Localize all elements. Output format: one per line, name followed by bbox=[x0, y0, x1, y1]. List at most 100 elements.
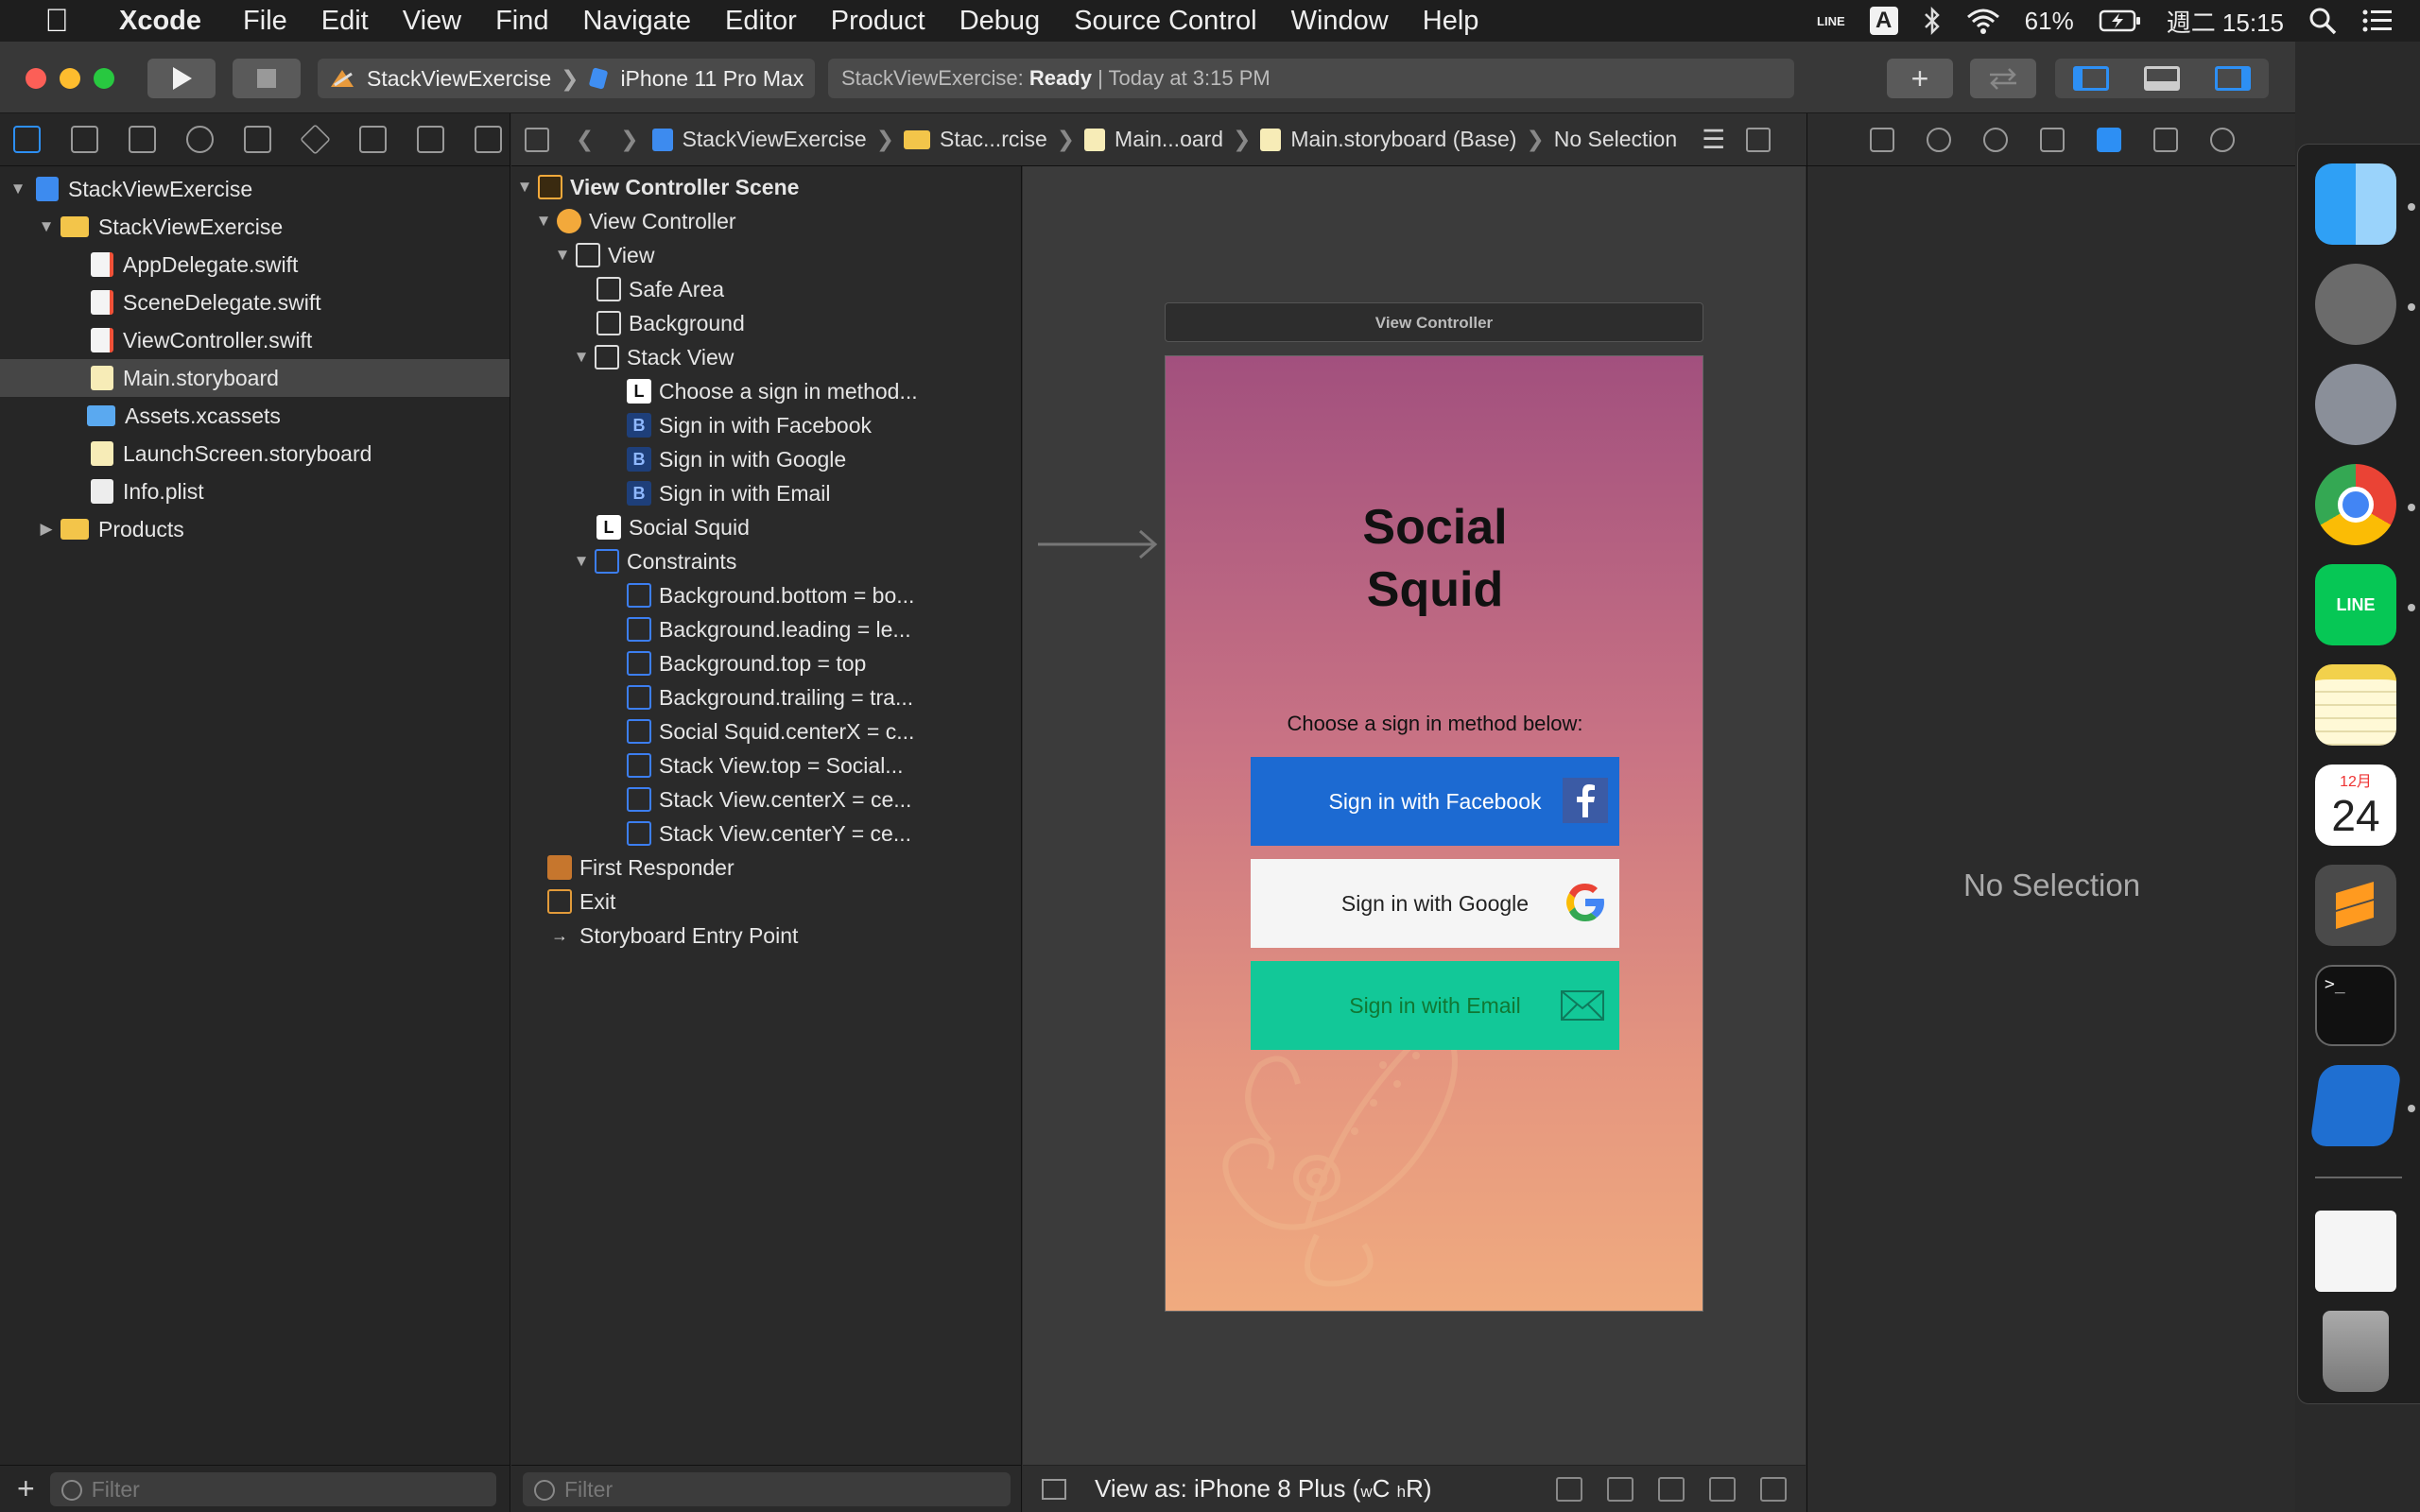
menu-clock[interactable]: 週二 15:15 bbox=[2167, 4, 2284, 39]
menu-navigate[interactable]: Navigate bbox=[566, 6, 708, 37]
tree-item-appdelegate[interactable]: AppDelegate.swift bbox=[0, 246, 510, 284]
menu-debug[interactable]: Debug bbox=[942, 6, 1057, 37]
test-navigator-icon[interactable] bbox=[300, 124, 331, 155]
wifi-icon[interactable] bbox=[1966, 8, 2000, 34]
tree-item-products[interactable]: ▶ Products bbox=[0, 510, 510, 548]
outline-entry-point[interactable]: → Storyboard Entry Point bbox=[511, 919, 1021, 953]
outline-background[interactable]: Background bbox=[511, 306, 1021, 340]
outline-email-button[interactable]: B Sign in with Email bbox=[511, 476, 1021, 510]
menu-source-control[interactable]: Source Control bbox=[1057, 6, 1273, 37]
back-arrow-icon[interactable]: ❮ bbox=[576, 127, 594, 152]
find-navigator-icon[interactable] bbox=[186, 126, 214, 153]
report-navigator-icon[interactable] bbox=[475, 126, 502, 153]
apple-menu-icon[interactable]:  bbox=[40, 4, 74, 38]
outline-prompt-label[interactable]: L Choose a sign in method... bbox=[511, 374, 1021, 408]
related-items-icon[interactable] bbox=[525, 127, 549, 152]
stop-button[interactable] bbox=[233, 59, 301, 98]
tree-item-infoplist[interactable]: Info.plist bbox=[0, 472, 510, 510]
facebook-sign-in-button[interactable]: Sign in with Facebook bbox=[1251, 757, 1619, 846]
disclosure-open-icon[interactable]: ▼ bbox=[511, 178, 538, 197]
calendar-icon[interactable]: 12月 24 bbox=[2315, 765, 2396, 846]
connections-inspector-icon[interactable] bbox=[2210, 127, 2235, 152]
symbol-navigator-icon[interactable] bbox=[129, 126, 156, 153]
code-review-button[interactable] bbox=[1970, 59, 2036, 98]
outline-title-label[interactable]: L Social Squid bbox=[511, 510, 1021, 544]
attributes-inspector-icon[interactable] bbox=[2097, 127, 2121, 152]
tree-item-viewcontroller[interactable]: ViewController.swift bbox=[0, 321, 510, 359]
debug-navigator-icon[interactable] bbox=[359, 126, 387, 153]
minimize-window-button[interactable] bbox=[60, 68, 80, 89]
add-file-icon[interactable]: + bbox=[17, 1471, 35, 1506]
identity-inspector-icon[interactable] bbox=[2040, 127, 2065, 152]
menu-product[interactable]: Product bbox=[814, 6, 942, 37]
line-app-icon[interactable]: LINE bbox=[2315, 564, 2396, 645]
outline-constraint[interactable]: Background.bottom = bo... bbox=[511, 578, 1021, 612]
app-title-label[interactable]: Social Squid bbox=[1166, 496, 1703, 621]
issue-navigator-icon[interactable] bbox=[244, 126, 271, 153]
tree-item-project[interactable]: ▼ StackViewExercise bbox=[0, 170, 510, 208]
size-inspector-icon[interactable] bbox=[2153, 127, 2178, 152]
tree-item-main-storyboard[interactable]: Main.storyboard bbox=[0, 359, 510, 397]
terminal-icon[interactable]: >_ bbox=[2315, 965, 2396, 1046]
toggle-inspector-button[interactable] bbox=[2198, 59, 2269, 98]
outline-constraint[interactable]: Background.top = top bbox=[511, 646, 1021, 680]
outline-facebook-button[interactable]: B Sign in with Facebook bbox=[511, 408, 1021, 442]
outline-scene[interactable]: ▼ View Controller Scene bbox=[511, 170, 1021, 204]
chrome-icon[interactable] bbox=[2315, 464, 2396, 545]
disclosure-open-icon[interactable]: ▼ bbox=[568, 552, 595, 571]
toggle-debug-area-button[interactable] bbox=[2126, 59, 2197, 98]
entry-point-arrow-icon[interactable] bbox=[1034, 525, 1167, 563]
xcode-icon[interactable] bbox=[2308, 1065, 2403, 1146]
outline-view[interactable]: ▼ View bbox=[511, 238, 1021, 272]
menu-find[interactable]: Find bbox=[478, 6, 565, 37]
embed-in-icon[interactable] bbox=[1760, 1477, 1787, 1502]
menu-window[interactable]: Window bbox=[1274, 6, 1406, 37]
disclosure-open-icon[interactable]: ▼ bbox=[549, 246, 576, 265]
email-sign-in-button[interactable]: Sign in with Email bbox=[1251, 961, 1619, 1050]
tree-item-assets[interactable]: Assets.xcassets bbox=[0, 397, 510, 435]
breadcrumb-file[interactable]: Main...oard bbox=[1084, 127, 1223, 152]
outline-constraint[interactable]: Stack View.top = Social... bbox=[511, 748, 1021, 782]
outline-stack-view[interactable]: ▼ Stack View bbox=[511, 340, 1021, 374]
finder-icon[interactable] bbox=[2315, 163, 2396, 245]
notification-center-icon[interactable] bbox=[2361, 9, 2394, 33]
disclosure-closed-icon[interactable]: ▶ bbox=[36, 520, 57, 539]
view-as-device-button[interactable]: View as: iPhone 8 Plus (wC hR) bbox=[1095, 1474, 1432, 1503]
toggle-outline-icon[interactable] bbox=[1042, 1478, 1066, 1500]
view-controller-scene[interactable]: Social Squid Choose a sign in method bel… bbox=[1165, 355, 1703, 1312]
breadcrumb-group[interactable]: Stac...rcise bbox=[904, 127, 1047, 152]
sign-in-prompt-label[interactable]: Choose a sign in method below: bbox=[1166, 712, 1703, 736]
outline-safe-area[interactable]: Safe Area bbox=[511, 272, 1021, 306]
menu-file[interactable]: File bbox=[226, 6, 304, 37]
battery-charging-icon[interactable] bbox=[2099, 9, 2142, 33]
close-window-button[interactable] bbox=[26, 68, 46, 89]
menu-view[interactable]: View bbox=[386, 6, 478, 37]
run-button[interactable] bbox=[147, 59, 216, 98]
input-source-indicator[interactable]: A bbox=[1869, 7, 1898, 35]
tree-item-group[interactable]: ▼ StackViewExercise bbox=[0, 208, 510, 246]
breadcrumb-localization[interactable]: Main.storyboard (Base) bbox=[1260, 127, 1516, 152]
navigator-filter-input[interactable]: Filter bbox=[49, 1471, 496, 1506]
zoom-window-button[interactable] bbox=[94, 68, 114, 89]
disclosure-open-icon[interactable]: ▼ bbox=[530, 212, 557, 231]
editor-options-icon[interactable]: ☰ bbox=[1702, 124, 1725, 155]
trash-icon[interactable] bbox=[2323, 1311, 2389, 1392]
source-control-navigator-icon[interactable] bbox=[71, 126, 98, 153]
outline-constraint[interactable]: Social Squid.centerX = c... bbox=[511, 714, 1021, 748]
run-destination[interactable]: iPhone 11 Pro Max bbox=[620, 66, 804, 92]
outline-exit[interactable]: Exit bbox=[511, 885, 1021, 919]
outline-constraint[interactable]: Background.leading = le... bbox=[511, 612, 1021, 646]
disclosure-open-icon[interactable]: ▼ bbox=[568, 348, 595, 367]
bluetooth-icon[interactable] bbox=[1923, 7, 1942, 35]
breadcrumb-project[interactable]: StackViewExercise bbox=[651, 127, 867, 152]
disclosure-open-icon[interactable]: ▼ bbox=[36, 217, 57, 236]
outline-constraint[interactable]: Stack View.centerX = ce... bbox=[511, 782, 1021, 816]
add-constraints-icon[interactable] bbox=[1658, 1477, 1685, 1502]
outline-constraints[interactable]: ▼ Constraints bbox=[511, 544, 1021, 578]
line-status-icon[interactable]: LINE bbox=[1817, 14, 1845, 28]
outline-constraint[interactable]: Stack View.centerY = ce... bbox=[511, 816, 1021, 850]
scheme-selector[interactable]: StackViewExercise ❯ iPhone 11 Pro Max bbox=[318, 59, 815, 98]
downloads-stack-icon[interactable] bbox=[2315, 1211, 2396, 1292]
breakpoint-navigator-icon[interactable] bbox=[417, 126, 444, 153]
align-icon[interactable] bbox=[1607, 1477, 1634, 1502]
